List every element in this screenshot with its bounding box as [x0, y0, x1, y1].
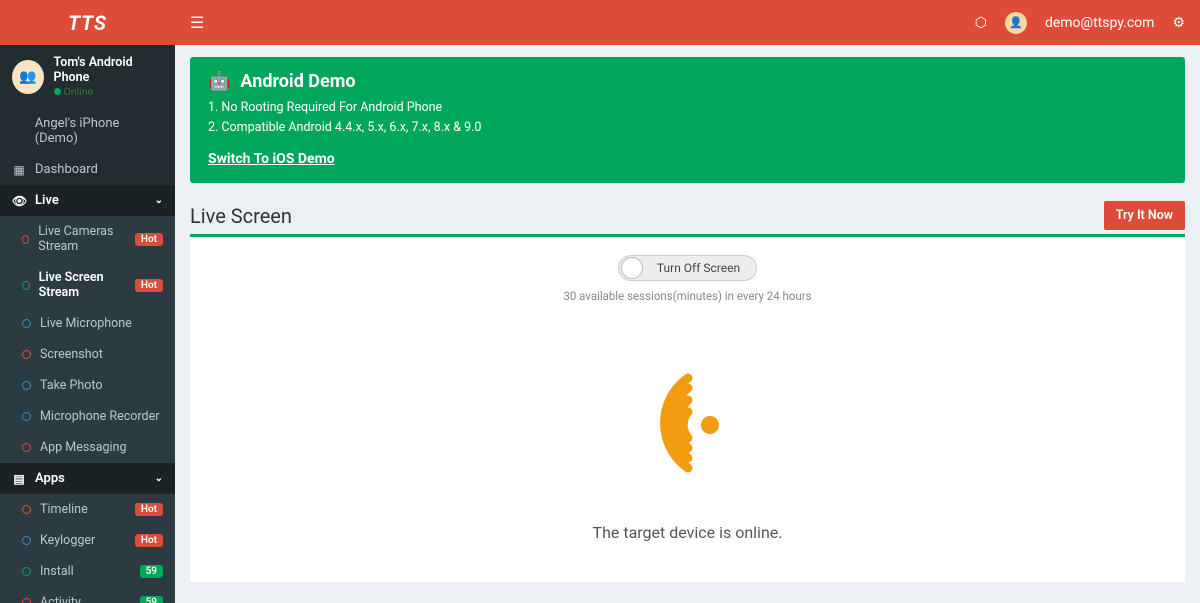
sidebar-item-dashboard[interactable]: ▦ Dashboard — [0, 154, 175, 185]
device-status: Online — [54, 85, 163, 98]
bullet-icon — [22, 381, 31, 390]
bullet-icon — [22, 319, 31, 328]
try-it-now-button[interactable]: Try It Now — [1104, 201, 1185, 230]
sidebar-item-label: Screenshot — [40, 347, 103, 362]
sessions-note: 30 available sessions(minutes) in every … — [190, 289, 1185, 303]
toggle-knob — [621, 257, 643, 279]
bullet-icon — [22, 350, 31, 359]
sidebar-item[interactable]: Live Screen Stream Hot — [0, 262, 175, 308]
sidebar-section-live[interactable]: 👁 Live ⌄ — [0, 185, 175, 216]
sidebar-item[interactable]: Keylogger Hot — [0, 525, 175, 556]
page-title: Live Screen — [190, 204, 292, 228]
sidebar-item-label: Microphone Recorder — [40, 409, 159, 424]
badge: Hot — [135, 503, 163, 516]
bullet-icon — [22, 281, 30, 290]
sidebar-item[interactable]: Screenshot — [0, 339, 175, 370]
dashboard-icon: ▦ — [12, 163, 26, 177]
sidebar-section-label: Live — [35, 193, 59, 208]
broadcast-icon — [628, 373, 748, 483]
device-name: Tom's Android Phone — [54, 55, 163, 85]
sidebar: 👥 Tom's Android Phone Online Angel's iPh… — [0, 45, 175, 603]
brand-logo[interactable]: TTS — [0, 0, 175, 45]
android-icon: 🤖 — [208, 71, 230, 92]
live-icon: 👁 — [12, 194, 26, 208]
banner-title: Android Demo — [240, 71, 355, 92]
badge: Hot — [135, 233, 163, 246]
bullet-icon — [22, 536, 31, 545]
sidebar-item-label: Live Screen Stream — [39, 270, 126, 300]
chevron-down-icon: ⌄ — [155, 195, 163, 206]
main-content: 🤖 Android Demo 1. No Rooting Required Fo… — [175, 45, 1200, 603]
user-avatar[interactable]: 👤 — [1005, 12, 1027, 34]
bullet-icon — [22, 567, 31, 576]
user-email[interactable]: demo@ttspy.com — [1045, 15, 1155, 31]
sidebar-item-label: Live Cameras Stream — [38, 224, 126, 254]
menu-toggle-icon[interactable]: ☰ — [190, 13, 204, 32]
badge: Hot — [135, 534, 163, 547]
sidebar-item[interactable]: Take Photo — [0, 370, 175, 401]
sidebar-item-label: App Messaging — [40, 440, 127, 455]
bullet-icon — [22, 505, 31, 514]
sidebar-item[interactable]: Live Microphone — [0, 308, 175, 339]
bullet-icon — [22, 443, 31, 452]
sidebar-item-label: Install — [40, 564, 74, 579]
bullet-icon — [22, 598, 31, 603]
sidebar-section-apps[interactable]: ▤ Apps ⌄ — [0, 463, 175, 494]
bullet-icon — [22, 235, 29, 244]
chevron-down-icon: ⌄ — [155, 473, 163, 484]
sidebar-item[interactable]: App Messaging — [0, 432, 175, 463]
badge: 59 — [140, 565, 163, 578]
sidebar-section-label: Apps — [35, 471, 65, 486]
sidebar-item[interactable]: Microphone Recorder — [0, 401, 175, 432]
sidebar-item-label: Take Photo — [40, 378, 103, 393]
sidebar-item-label: Angel's iPhone (Demo) — [35, 116, 163, 146]
status-dot-icon — [54, 88, 61, 95]
device-online-text: The target device is online. — [190, 523, 1185, 542]
banner-line: 2. Compatible Android 4.4.x, 5.x, 6.x, 7… — [208, 118, 1167, 138]
badge: 59 — [140, 596, 163, 603]
apps-icon: ▤ — [12, 472, 26, 486]
turn-off-screen-toggle[interactable]: Turn Off Screen — [618, 255, 757, 281]
live-screen-card: Turn Off Screen 30 available sessions(mi… — [190, 234, 1185, 582]
device-panel[interactable]: 👥 Tom's Android Phone Online — [0, 45, 175, 108]
sidebar-item[interactable]: Timeline Hot — [0, 494, 175, 525]
sidebar-item-secondary-device[interactable]: Angel's iPhone (Demo) — [0, 108, 175, 154]
sidebar-item-label: Activity — [40, 595, 81, 603]
sidebar-item-label: Timeline — [40, 502, 88, 517]
switch-demo-link[interactable]: Switch To iOS Demo — [208, 151, 335, 167]
sidebar-item-label: Dashboard — [35, 162, 98, 177]
sidebar-item-label: Keylogger — [40, 533, 95, 548]
demo-banner: 🤖 Android Demo 1. No Rooting Required Fo… — [190, 57, 1185, 183]
device-avatar-icon: 👥 — [12, 60, 44, 94]
sidebar-item[interactable]: Install 59 — [0, 556, 175, 587]
banner-line: 1. No Rooting Required For Android Phone — [208, 98, 1167, 118]
sidebar-item[interactable]: Activity 59 — [0, 587, 175, 603]
settings-icon[interactable]: ⚙ — [1172, 15, 1185, 31]
sidebar-item[interactable]: Live Cameras Stream Hot — [0, 216, 175, 262]
android-icon[interactable]: ⬡ — [975, 15, 987, 31]
bullet-icon — [22, 412, 31, 421]
badge: Hot — [135, 279, 163, 292]
sidebar-item-label: Live Microphone — [40, 316, 132, 331]
top-bar: TTS ☰ ⬡ 👤 demo@ttspy.com ⚙ — [0, 0, 1200, 45]
toggle-label: Turn Off Screen — [657, 261, 740, 275]
